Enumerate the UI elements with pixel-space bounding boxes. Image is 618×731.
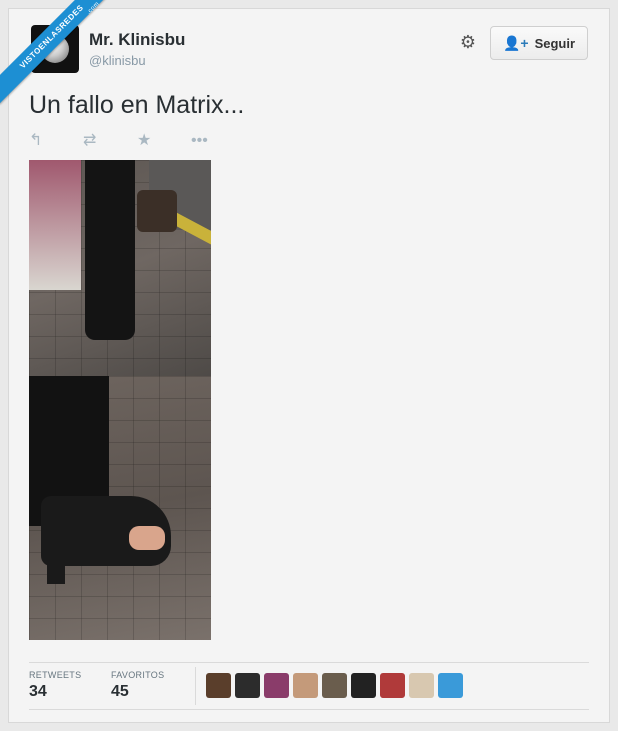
photo-bottom xyxy=(29,376,211,640)
favoriter-avatar[interactable] xyxy=(235,673,260,698)
star-icon[interactable]: ★ xyxy=(137,132,191,150)
more-icon[interactable]: ••• xyxy=(191,132,245,150)
watermark-sub: .com xyxy=(85,0,101,16)
favoriter-avatar[interactable] xyxy=(409,673,434,698)
add-user-icon: 👤+ xyxy=(502,34,529,51)
favorites-stat[interactable]: FAVORITOS 45 xyxy=(111,670,164,701)
favorites-count: 45 xyxy=(111,683,129,700)
favoriter-avatar[interactable] xyxy=(438,673,463,698)
reply-icon[interactable]: ↰ xyxy=(29,132,83,150)
favoriter-avatar[interactable] xyxy=(351,673,376,698)
follow-button[interactable]: 👤+ Seguir xyxy=(490,26,588,60)
retweets-label: RETWEETS xyxy=(29,670,82,680)
tweet-actions: ↰ ⇄ ★ ••• xyxy=(29,132,245,150)
photo-top xyxy=(29,160,211,376)
divider xyxy=(29,662,589,663)
favoriters-list xyxy=(206,673,463,698)
tweet-photo[interactable] xyxy=(29,160,211,640)
favoriter-avatar[interactable] xyxy=(206,673,231,698)
retweet-icon[interactable]: ⇄ xyxy=(83,132,137,150)
retweets-stat[interactable]: RETWEETS 34 xyxy=(29,670,81,701)
favoriter-avatar[interactable] xyxy=(293,673,318,698)
tweet-card: VISTOENLASREDES .com Mr. Klinisbu @klini… xyxy=(0,0,610,723)
divider xyxy=(29,709,589,710)
tweet-text: Un fallo en Matrix... xyxy=(29,91,245,119)
favoriter-avatar[interactable] xyxy=(264,673,289,698)
profile-handle[interactable]: @klinisbu xyxy=(89,53,146,68)
gear-icon[interactable]: ⚙ xyxy=(459,33,477,51)
divider xyxy=(195,667,196,705)
profile-name[interactable]: Mr. Klinisbu xyxy=(89,30,185,50)
favorites-label: FAVORITOS xyxy=(111,670,165,680)
favoriter-avatar[interactable] xyxy=(380,673,405,698)
favoriter-avatar[interactable] xyxy=(322,673,347,698)
follow-label: Seguir xyxy=(534,35,576,51)
retweets-count: 34 xyxy=(29,683,47,700)
